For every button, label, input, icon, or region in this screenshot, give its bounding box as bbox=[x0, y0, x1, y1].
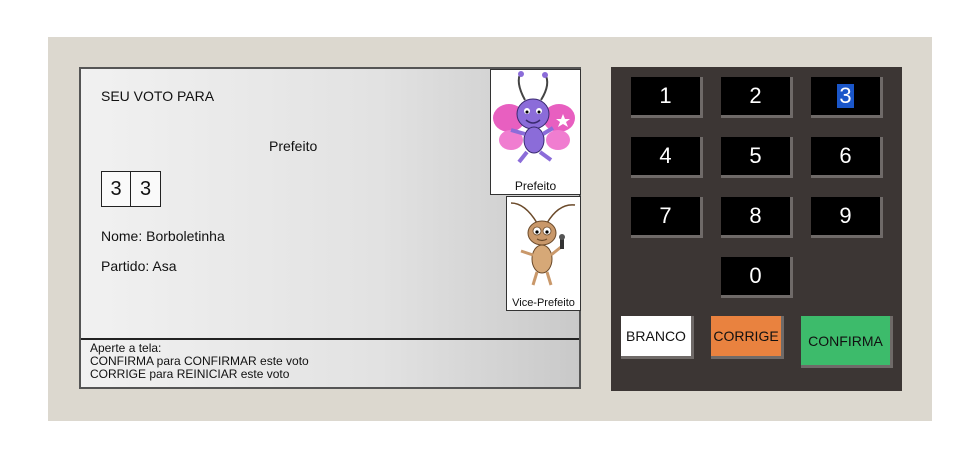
office-label: Prefeito bbox=[269, 138, 318, 154]
key-8[interactable]: 8 bbox=[721, 197, 793, 238]
key-5[interactable]: 5 bbox=[721, 137, 793, 178]
branco-button[interactable]: BRANCO bbox=[621, 316, 694, 359]
keypad: 1 2 3 4 5 6 7 8 9 0 BRANCO CORRIGE CONFI… bbox=[611, 67, 902, 391]
key-3-label: 3 bbox=[837, 83, 854, 108]
candidate-number: 3 3 bbox=[101, 171, 161, 207]
butterfly-illustration bbox=[493, 71, 575, 164]
vice-mayor-photo: Vice-Prefeito bbox=[506, 196, 581, 311]
corrige-button[interactable]: CORRIGE bbox=[711, 316, 784, 359]
key-6[interactable]: 6 bbox=[811, 137, 883, 178]
key-2[interactable]: 2 bbox=[721, 77, 793, 118]
key-3[interactable]: 3 bbox=[811, 77, 883, 118]
key-1[interactable]: 1 bbox=[631, 77, 703, 118]
digit-box-2: 3 bbox=[131, 171, 161, 207]
key-9[interactable]: 9 bbox=[811, 197, 883, 238]
screen-title: SEU VOTO PARA bbox=[101, 88, 215, 104]
key-4[interactable]: 4 bbox=[631, 137, 703, 178]
key-7[interactable]: 7 bbox=[631, 197, 703, 238]
candidate-party: Partido: Asa bbox=[101, 258, 177, 274]
mayor-photo-caption: Prefeito bbox=[514, 179, 557, 193]
mayor-photo: Prefeito bbox=[490, 69, 581, 195]
candidate-name: Nome: Borboletinha bbox=[101, 228, 225, 244]
instructions-line-3: CORRIGE para REINICIAR este voto bbox=[90, 367, 290, 381]
instructions-panel: Aperte a tela: CONFIRMA para CONFIRMAR e… bbox=[81, 338, 579, 387]
cricket-illustration bbox=[510, 202, 576, 286]
digit-box-1: 3 bbox=[101, 171, 131, 207]
confirma-button[interactable]: CONFIRMA bbox=[801, 316, 893, 368]
key-0[interactable]: 0 bbox=[721, 257, 793, 298]
vice-mayor-photo-caption: Vice-Prefeito bbox=[512, 297, 575, 309]
voting-screen: SEU VOTO PARA Prefeito 3 3 Nome: Borbole… bbox=[79, 67, 581, 389]
